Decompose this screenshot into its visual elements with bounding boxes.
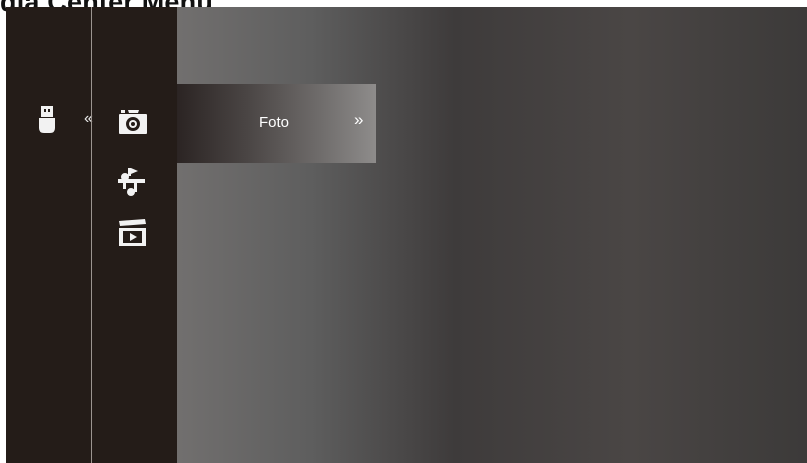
page: dia Center Menü «	[0, 0, 807, 463]
video-icon[interactable]	[117, 219, 149, 247]
sidebar-divider	[91, 7, 92, 463]
forward-indicator[interactable]: »	[354, 110, 363, 130]
media-sidebar: «	[6, 7, 177, 463]
menu-item-label: Foto	[259, 114, 290, 131]
usb-drive-icon[interactable]	[37, 106, 57, 134]
music-icon[interactable]	[116, 167, 148, 197]
camera-icon[interactable]	[118, 109, 148, 135]
menu-item-foto[interactable]: Foto »	[177, 84, 376, 163]
media-center-screen: « Foto »	[6, 7, 807, 463]
